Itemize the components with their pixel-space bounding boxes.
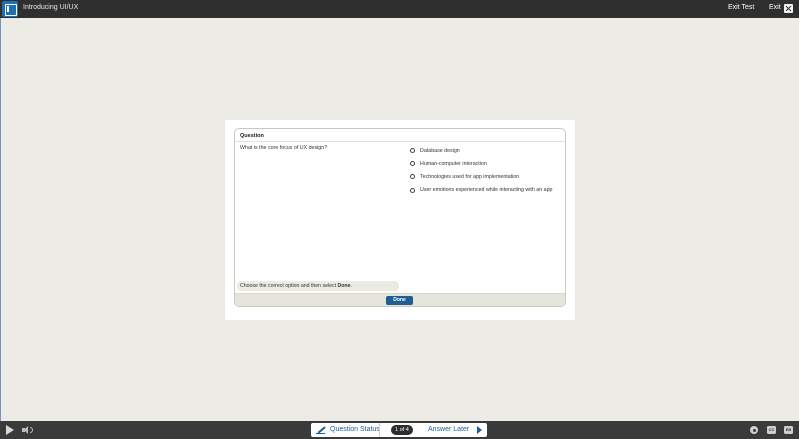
answer-options: Database design Human-computer interacti… (410, 144, 553, 197)
option-user-emotions[interactable]: User emotions experienced while interact… (410, 184, 553, 197)
accessibility-icon[interactable]: EB (784, 426, 793, 434)
closed-captions-icon[interactable]: CC (767, 426, 776, 434)
left-edge-line (0, 18, 1, 421)
chevron-right-icon[interactable] (477, 426, 482, 434)
settings-icon[interactable] (750, 426, 758, 434)
pencil-icon[interactable] (316, 426, 326, 434)
radio-button[interactable] (410, 187, 415, 193)
instruction-suffix: . (350, 283, 352, 289)
option-label: Database design (420, 147, 460, 154)
option-label: Human-computer interaction (420, 160, 487, 167)
option-database-design[interactable]: Database design (410, 144, 553, 157)
top-bar: Introducing UI/UX Exit Test Exit (0, 0, 799, 18)
exit-button[interactable]: Exit (769, 4, 781, 11)
done-button[interactable]: Done (386, 296, 413, 305)
instruction-bold: Done (337, 283, 351, 289)
course-title: Introducing UI/UX (23, 4, 79, 11)
answer-later-button[interactable]: Answer Later (428, 426, 469, 433)
question-navigator: Question Status 1 of 4 Answer Later (311, 423, 487, 437)
instruction-text: Choose the correct option and then selec… (237, 281, 399, 291)
question-heading: Question (240, 133, 264, 139)
question-footer: Done (235, 293, 565, 306)
question-counter: 1 of 4 (391, 425, 413, 435)
option-label: Technologies used for app implementation (420, 173, 520, 180)
divider (235, 141, 565, 142)
instruction-prefix: Choose the correct option and then selec… (240, 283, 338, 289)
radio-button[interactable] (410, 174, 415, 180)
divider (379, 423, 380, 437)
radio-button[interactable] (410, 148, 415, 154)
question-panel: Question What is the core focus of UX de… (234, 128, 566, 307)
exit-test-button[interactable]: Exit Test (728, 4, 754, 11)
option-human-computer-interaction[interactable]: Human-computer interaction (410, 157, 553, 170)
question-status-button[interactable]: Question Status (330, 426, 380, 433)
close-icon[interactable] (784, 4, 793, 13)
speaker-icon[interactable] (22, 426, 34, 434)
radio-button[interactable] (410, 161, 415, 167)
play-icon[interactable] (6, 425, 14, 435)
panel-toggle-icon[interactable] (2, 1, 18, 17)
question-text: What is the core focus of UX design? (240, 145, 328, 151)
question-card: Question What is the core focus of UX de… (225, 120, 575, 320)
option-technologies[interactable]: Technologies used for app implementation (410, 170, 553, 183)
option-label: User emotions experienced while interact… (420, 187, 553, 194)
